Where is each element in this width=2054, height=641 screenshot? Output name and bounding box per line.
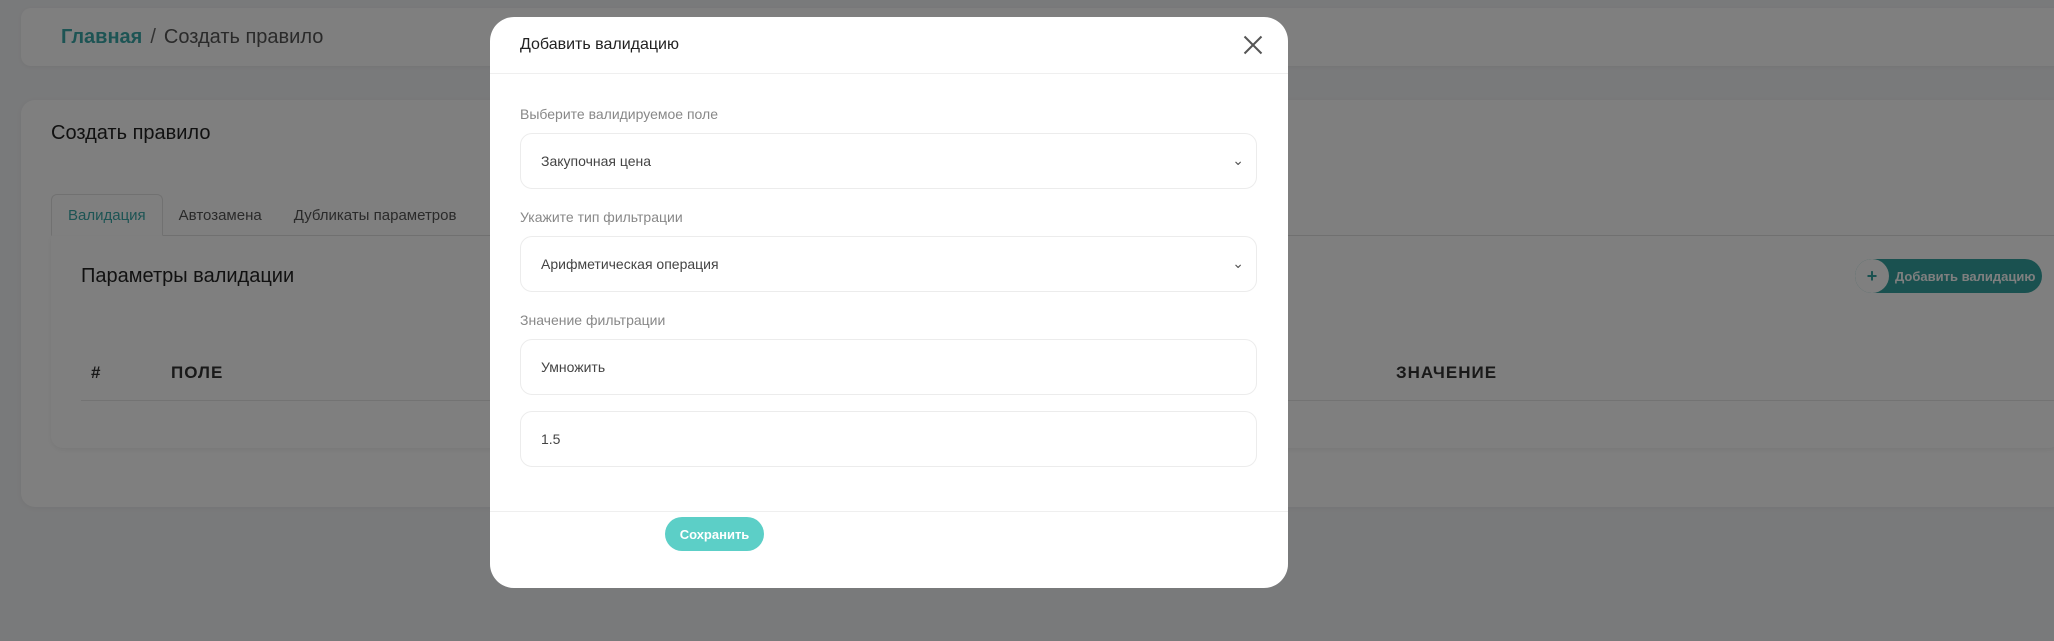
field-select-label: Выберите валидируемое поле: [520, 106, 718, 122]
filter-type-label: Укажите тип фильтрации: [520, 209, 683, 225]
filter-type-value: Арифметическая операция: [541, 256, 719, 272]
operation-value: Умножить: [541, 359, 606, 375]
chevron-down-icon: ⌄: [1232, 255, 1244, 271]
filter-type-select[interactable]: Арифметическая операция ⌄: [520, 236, 1257, 292]
close-icon[interactable]: [1242, 34, 1264, 56]
modal-footer-divider: [490, 511, 1288, 512]
field-select[interactable]: Закупочная цена ⌄: [520, 133, 1257, 189]
number-value: 1.5: [541, 431, 561, 447]
filter-value-label: Значение фильтрации: [520, 312, 666, 328]
number-input[interactable]: 1.5: [520, 411, 1257, 467]
chevron-down-icon: ⌄: [1232, 152, 1244, 168]
modal-title: Добавить валидацию: [520, 36, 679, 53]
modal-header: Добавить валидацию: [490, 17, 1288, 74]
add-validation-modal: Добавить валидацию Выберите валидируемое…: [490, 17, 1288, 588]
operation-field[interactable]: Умножить: [520, 339, 1257, 395]
field-select-value: Закупочная цена: [541, 153, 652, 169]
save-button[interactable]: Сохранить: [665, 517, 764, 551]
